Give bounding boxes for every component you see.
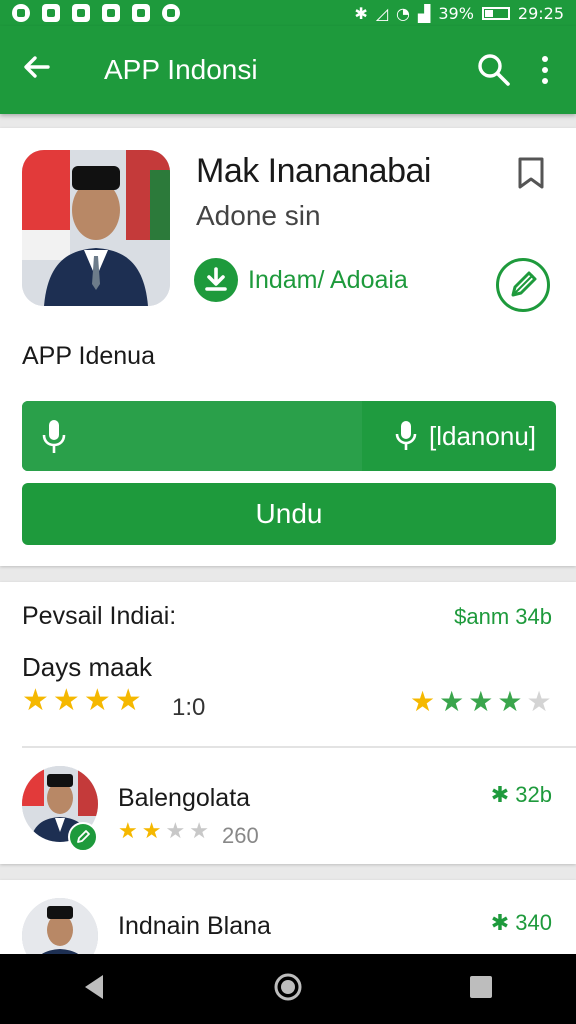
badge-star-icon: ✱ [490,782,510,807]
voice-button-label: [ldanonu] [429,420,536,451]
voice-button-right[interactable]: [ldanonu] [362,401,556,471]
download-icon[interactable] [194,258,238,302]
search-icon[interactable] [476,52,512,88]
edit-icon[interactable] [496,258,550,312]
clock: 29:25 [517,3,564,23]
bluetooth-icon: ✱ [354,3,368,23]
star-empty-icon: ★ [189,819,209,844]
star-filled-icon: ★ [410,685,436,718]
star-filled-icon: ★ [22,683,49,718]
arrow-left-icon[interactable] [22,52,52,88]
reviewer-score-value: 340 [515,910,552,935]
record-icon [162,4,180,22]
app-icon-portrait [22,150,170,306]
star-filled-icon: ★ [118,819,138,844]
reviews-title: Pevsail Indiai: [22,602,177,630]
back-nav-icon[interactable] [83,973,107,1006]
reviewer-name: Balengolata [118,784,251,812]
instagram-icon [132,4,150,22]
download-label[interactable]: Indam/ Adoaia [248,266,408,295]
signal-icon: ▟ [418,3,431,23]
message-icon [42,4,60,22]
app-bar-title: APP Indonsi [104,54,258,85]
star-filled-icon: ★ [439,685,465,718]
reviewer-name: Indnain Blana [118,912,271,940]
star-filled-icon: ★ [497,685,523,718]
app-developer: Adone sin [196,200,321,231]
battery-level: 39% [438,3,474,23]
reviews-card: Pevsail Indiai: $anm 34b Days maak ★ ★ ★ ★ … [0,582,576,864]
sim-icon [72,4,90,22]
reviews-subtitle: Days maak [22,652,153,682]
reviewer-score[interactable]: ✱ 32b [491,782,552,808]
voice-button-left[interactable] [22,401,362,471]
status-bar: ✱ ◿ ◔ ▟ 39% 29:25 [0,0,576,26]
rating-stars-left: ★ ★ ★ ★ [22,686,142,716]
wifi-icon: ◔ [396,3,411,23]
bookmark-icon[interactable] [517,156,545,190]
app-name: Mak Inananabai [196,152,431,190]
battery-icon [481,6,510,20]
voice-button[interactable]: [ldanonu] [22,401,556,471]
reviewer-count: 260 [222,823,259,848]
reviewer-score[interactable]: ✱ 340 [491,910,552,936]
pen-icon [68,822,98,852]
reviewer-score-value: 32b [515,782,552,807]
star-empty-icon: ★ [165,819,186,844]
home-icon [102,4,120,22]
star-filled-icon: ★ [468,685,494,718]
navigation-bar [0,954,576,1024]
star-filled-icon: ★ [114,683,142,718]
mute-icon: ◿ [375,3,389,23]
star-empty-icon: ★ [526,685,552,718]
more-vertical-icon[interactable] [542,56,550,84]
badge-star-icon: ✱ [490,910,510,935]
divider [22,746,576,748]
rating-value: 1:0 [172,694,206,721]
app-info-card: Mak Inananabai Adone sin Indam/ Adoaia A… [0,128,576,566]
status-bar-notification-icons [12,4,180,22]
reviews-price[interactable]: $anm 34b [454,604,552,630]
app-subtitle: APP Idenua [22,342,155,370]
star-filled-icon: ★ [52,683,80,718]
primary-action-button[interactable]: Undu [22,483,556,545]
recents-nav-icon[interactable] [469,975,493,1004]
status-bar-system: ✱ ◿ ◔ ▟ 39% 29:25 [354,4,564,23]
reviewer-stars: ★ ★ ★ ★ [118,821,209,843]
home-nav-icon[interactable] [273,972,303,1007]
microphone-icon [42,420,66,453]
microphone-small-icon [395,421,417,450]
review-row-card: Indnain Blana ✱ 340 [0,880,576,974]
whatsapp-icon [12,4,30,22]
app-bar: APP Indonsi [0,26,576,114]
rating-stars-right: ★ ★ ★ ★ ★ [410,688,552,716]
star-filled-icon: ★ [83,683,111,718]
star-filled-icon: ★ [141,819,162,844]
